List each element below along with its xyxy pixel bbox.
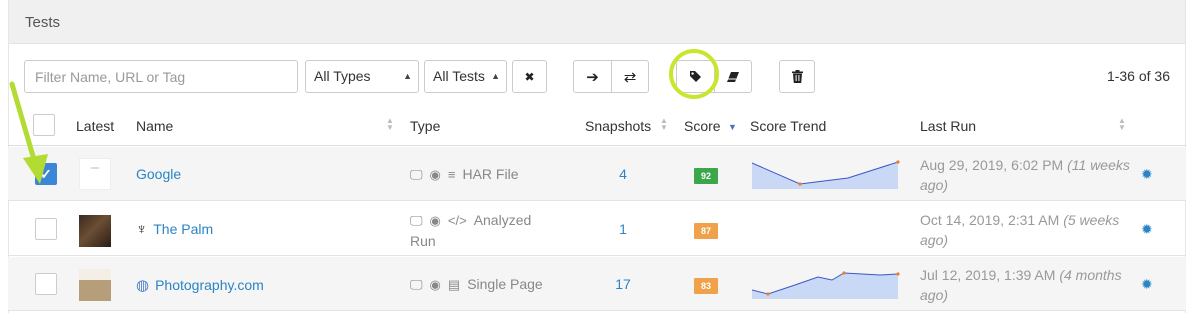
panel-title: Tests — [9, 0, 1185, 44]
last-run-date: Aug 29, 2019, 6:02 PM — [920, 157, 1064, 173]
delete-button[interactable] — [779, 60, 815, 93]
col-snapshots[interactable]: Snapshots — [585, 118, 651, 134]
test-select[interactable]: All Tests ▲ — [424, 60, 507, 93]
last-run: Jul 12, 2019, 1:39 AM (4 months ago) — [920, 265, 1132, 305]
select-caret-icon: ▲ — [491, 71, 500, 81]
row-checkbox[interactable] — [35, 273, 57, 295]
tag-group — [676, 60, 752, 93]
sort-icon[interactable]: ▲ ▼ — [660, 117, 668, 132]
last-run-date: Jul 12, 2019, 1:39 AM — [920, 267, 1056, 283]
tag-icon — [690, 71, 701, 82]
score-badge: 87 — [694, 223, 718, 239]
last-run-date: Oct 14, 2019, 2:31 AM — [920, 212, 1060, 228]
sort-desc-icon[interactable]: ▼ — [728, 122, 737, 132]
trash-icon — [791, 70, 803, 83]
score-badge: 83 — [694, 278, 718, 294]
desktop-icon: 🖵 — [410, 167, 423, 182]
table-row[interactable]: ♆ The Palm 🖵 ◉ </> Analyzed Run 1 87 Oct 14,… — [8, 202, 1186, 256]
gear-icon[interactable]: ✹ — [1141, 221, 1153, 238]
col-last-run[interactable]: Last Run — [920, 118, 976, 134]
col-score-trend: Score Trend — [750, 118, 827, 134]
test-type: 🖵 ◉ </> Analyzed Run — [410, 210, 550, 251]
chrome-icon: ◉ — [429, 213, 441, 228]
compare-arrows-icon: ⇄ — [623, 68, 637, 86]
test-name-link[interactable]: ♆ The Palm — [136, 221, 213, 238]
gear-icon[interactable]: ✹ — [1141, 166, 1153, 183]
pagination-count: 1-36 of 36 — [1106, 68, 1170, 84]
code-icon: </> — [447, 213, 467, 228]
table-row[interactable]: ✓ Google 🖵 ◉ ≡ HAR File 4 92 Aug 29, 2019, … — [8, 147, 1186, 201]
type-select[interactable]: All Types ▲ — [305, 60, 419, 93]
latest-thumbnail[interactable] — [79, 158, 111, 190]
last-run: Oct 14, 2019, 2:31 AM (5 weeks ago) — [920, 210, 1132, 250]
type-label: Single Page — [467, 276, 543, 292]
desktop-icon: 🖵 — [410, 213, 423, 228]
type-label: HAR File — [462, 166, 519, 182]
compare-button[interactable]: ⇄ — [611, 61, 648, 92]
table-header: Latest Name ▲ ▼ Type Snapshots ▲ ▼ Score ▼… — [8, 108, 1186, 146]
select-caret-icon: ▲ — [403, 71, 412, 81]
snapshots-link[interactable]: 17 — [598, 276, 648, 292]
col-type: Type — [410, 118, 441, 134]
test-type: 🖵 ◉ ▤ Single Page — [410, 274, 550, 295]
sort-icon[interactable]: ▲ ▼ — [386, 117, 394, 132]
list-icon: ≡ — [447, 167, 456, 182]
chrome-icon: ◉ — [429, 277, 441, 292]
score-badge: 92 — [694, 168, 718, 184]
score-trend-sparkline — [752, 271, 900, 299]
palm-tree-icon: ♆ — [136, 221, 148, 238]
last-run: Aug 29, 2019, 6:02 PM (11 weeks ago) — [920, 155, 1132, 195]
filter-input[interactable] — [24, 60, 298, 93]
tag-button[interactable] — [677, 61, 714, 92]
sort-icon[interactable]: ▲ ▼ — [1118, 117, 1126, 132]
table-row[interactable]: ◍ Photography.com 🖵 ◉ ▤ Single Page 17 83 Ju… — [8, 257, 1186, 311]
chrome-icon: ◉ — [429, 167, 441, 182]
test-select-value: All Tests — [433, 68, 485, 84]
move-compare-group: ➔ ⇄ — [573, 60, 649, 93]
latest-thumbnail[interactable] — [79, 269, 111, 301]
move-button[interactable]: ➔ — [574, 61, 611, 92]
eraser-button[interactable] — [714, 61, 751, 92]
eraser-icon — [727, 71, 739, 82]
test-name-link[interactable]: Google — [136, 166, 181, 182]
close-icon: ✖ — [524, 69, 535, 84]
test-type: 🖵 ◉ ≡ HAR File — [410, 164, 550, 185]
score-trend-sparkline — [752, 160, 900, 189]
row-checkbox[interactable]: ✓ — [35, 163, 57, 185]
type-label: Analyzed Run — [410, 212, 532, 249]
type-select-value: All Types — [314, 68, 371, 84]
snapshots-link[interactable]: 4 — [598, 166, 648, 182]
row-checkbox[interactable] — [35, 218, 57, 240]
col-score[interactable]: Score — [684, 118, 721, 134]
col-latest: Latest — [76, 118, 115, 134]
test-name: Photography.com — [155, 277, 264, 293]
latest-thumbnail[interactable] — [79, 215, 111, 247]
snapshots-link[interactable]: 1 — [598, 221, 648, 237]
col-name[interactable]: Name — [136, 118, 173, 134]
select-all-checkbox[interactable] — [33, 114, 55, 136]
globe-icon: ◍ — [136, 277, 150, 294]
desktop-icon: 🖵 — [410, 277, 423, 292]
gear-icon[interactable]: ✹ — [1141, 276, 1153, 293]
test-name-link[interactable]: ◍ Photography.com — [136, 276, 264, 294]
clear-filters-button[interactable]: ✖ — [512, 60, 547, 93]
document-icon: ▤ — [447, 277, 461, 292]
arrow-right-icon: ➔ — [586, 68, 599, 86]
test-name: The Palm — [153, 221, 214, 237]
toolbar: All Types ▲ All Tests ▲ ✖ ➔ ⇄ 1-36 of 36 — [24, 60, 1190, 94]
